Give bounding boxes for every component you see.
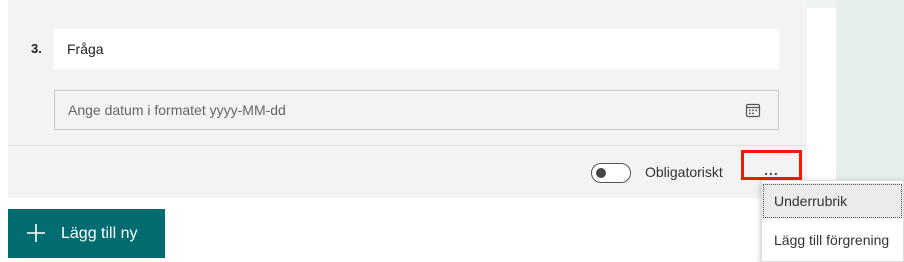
more-icon: ...	[764, 162, 779, 178]
add-new-label: Lägg till ny	[61, 225, 138, 242]
required-label: Obligatoriskt	[645, 164, 723, 180]
toggle-knob	[596, 168, 606, 178]
card-divider	[8, 145, 807, 146]
question-title-input[interactable]: Fråga	[54, 29, 779, 69]
date-placeholder: Ange datum i formatet yyyy-MM-dd	[68, 102, 286, 118]
more-options-button[interactable]: ...	[741, 150, 802, 180]
add-new-button[interactable]: Lägg till ny	[8, 209, 165, 258]
more-options-menu: Underrubrik Lägg till förgrening	[761, 180, 904, 262]
menu-item-add-branching[interactable]: Lägg till förgrening	[762, 222, 903, 258]
required-toggle[interactable]	[591, 163, 631, 183]
plus-icon	[27, 224, 45, 242]
date-answer-field[interactable]: Ange datum i formatet yyyy-MM-dd	[54, 90, 779, 130]
calendar-icon[interactable]	[745, 102, 761, 118]
menu-item-subtitle[interactable]: Underrubrik	[762, 183, 903, 219]
question-number: 3.	[31, 41, 42, 56]
